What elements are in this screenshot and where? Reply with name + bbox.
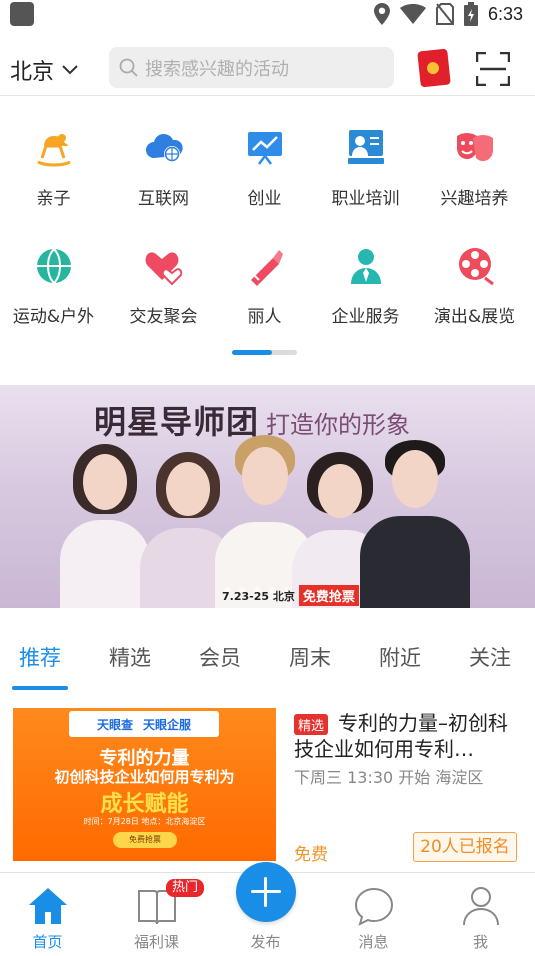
category-sports-outdoor[interactable]: 运动&户外 (0, 226, 107, 327)
category-hobby[interactable]: 兴趣培养 (421, 108, 528, 209)
chart-board-icon (248, 132, 282, 165)
lipstick-icon (251, 250, 283, 286)
location-icon (373, 3, 390, 25)
status-time: 6:33 (487, 3, 523, 24)
category-page-indicator (232, 350, 297, 355)
tab-nearby[interactable]: 附近 (360, 642, 440, 672)
category-grid: 亲子 互联网 创业 职业培训 兴趣培养 运动&户外 交友聚会 丽人 企业服务 演… (0, 108, 535, 358)
chat-bubble-icon (354, 887, 394, 926)
status-bar: 6:33 (0, 0, 535, 30)
event-featured-tag: 精选 (294, 714, 329, 735)
category-label: 互联网 (138, 189, 189, 209)
scan-icon[interactable] (476, 52, 510, 86)
category-beauty[interactable]: 丽人 (211, 226, 318, 327)
thumbnail-meta: 时间：7月28日 地点：北京海淀区 (83, 817, 206, 826)
category-label: 丽人 (247, 307, 282, 327)
category-internet[interactable]: 互联网 (110, 108, 217, 209)
event-card[interactable]: 天眼查 天眼企服 专利的力量 初创科技企业如何用专利为 成长赋能 时间：7月28… (0, 708, 535, 868)
feed-tabs: 推荐 精选 会员 周末 附近 关注 (0, 632, 535, 692)
category-enterprise-services[interactable]: 企业服务 (312, 226, 419, 327)
nav-label: 发布 (250, 933, 281, 951)
no-sim-icon (435, 3, 454, 25)
nav-home[interactable]: 首页 (0, 873, 101, 956)
thumbnail-logo-left: 天眼查 (96, 717, 133, 732)
nav-label: 消息 (358, 933, 389, 951)
top-header: 北京 搜索感兴趣的活动 (0, 40, 535, 96)
nav-label: 我 (472, 933, 488, 951)
event-signup-count[interactable]: 20人已报名 (413, 832, 517, 862)
cloud-globe-icon (146, 133, 183, 162)
category-label: 交友聚会 (129, 307, 198, 327)
city-selector[interactable]: 北京 (10, 54, 78, 86)
ball-icon (37, 248, 71, 284)
app-notification-icon (10, 2, 34, 26)
page-indicator-active (232, 350, 272, 355)
search-placeholder: 搜索感兴趣的活动 (145, 58, 289, 80)
thumbnail-highlight: 成长赋能 (100, 792, 189, 817)
tab-following[interactable]: 关注 (450, 642, 530, 672)
home-icon (29, 888, 67, 924)
city-label: 北京 (10, 60, 55, 85)
search-icon (119, 58, 138, 77)
hearts-icon (145, 252, 183, 286)
rocking-horse-icon (37, 134, 71, 167)
tab-members[interactable]: 会员 (180, 642, 260, 672)
nav-label: 首页 (32, 933, 63, 951)
drama-masks-icon (457, 133, 493, 161)
banner-free-label: 免费抢票 (298, 585, 359, 606)
nav-label: 福利课 (133, 933, 179, 951)
red-packet-icon[interactable] (417, 48, 451, 88)
category-social[interactable]: 交友聚会 (110, 226, 217, 327)
category-parenting[interactable]: 亲子 (0, 108, 107, 209)
profile-icon (463, 887, 499, 926)
banner-person-5 (360, 440, 470, 608)
category-label: 职业培训 (331, 189, 400, 209)
category-label: 运动&户外 (12, 307, 95, 327)
search-input[interactable]: 搜索感兴趣的活动 (109, 47, 394, 88)
film-reel-icon (459, 248, 494, 286)
nav-profile[interactable]: 我 (427, 873, 534, 956)
event-thumbnail: 天眼查 天眼企服 专利的力量 初创科技企业如何用专利为 成长赋能 时间：7月28… (13, 708, 276, 861)
thumbnail-button: 免费抢票 (113, 832, 177, 848)
banner-person-1 (60, 438, 150, 608)
event-price: 免费 (294, 845, 328, 865)
category-label: 创业 (247, 189, 282, 209)
business-person-icon (351, 249, 381, 284)
category-label: 兴趣培养 (440, 189, 509, 209)
category-label: 演出&展览 (433, 307, 516, 327)
thumbnail-logo-right: 天眼企服 (143, 717, 192, 732)
category-shows-exhibitions[interactable]: 演出&展览 (421, 226, 528, 327)
thumbnail-subheadline: 初创科技企业如何用专利为 (54, 768, 235, 786)
hot-badge: 热门 (166, 879, 205, 897)
thumbnail-logo-bar: 天眼查 天眼企服 (69, 711, 219, 737)
tab-recommended[interactable]: 推荐 (0, 642, 80, 672)
category-startup[interactable]: 创业 (211, 108, 318, 209)
nav-messages[interactable]: 消息 (320, 873, 427, 956)
wifi-icon (399, 4, 426, 24)
category-label: 企业服务 (331, 307, 400, 327)
category-label: 亲子 (36, 189, 71, 209)
chevron-down-icon (62, 65, 78, 75)
publish-plus-button[interactable] (236, 862, 296, 922)
tab-weekend[interactable]: 周末 (270, 642, 350, 672)
category-career-training[interactable]: 职业培训 (312, 108, 419, 209)
promo-banner[interactable]: 明星导师团 打造你的形象 7.23-25 北京 免费抢票 (0, 385, 535, 608)
active-tab-indicator (12, 686, 68, 690)
banner-caption: 7.23-25 北京 免费抢票 (222, 585, 359, 606)
battery-charging-icon (463, 2, 478, 26)
event-time-place: 下周三 13:30 开始 海淀区 (294, 768, 484, 787)
banner-date: 7.23-25 北京 (222, 589, 295, 603)
lecture-icon (348, 130, 384, 164)
tab-featured[interactable]: 精选 (90, 642, 170, 672)
